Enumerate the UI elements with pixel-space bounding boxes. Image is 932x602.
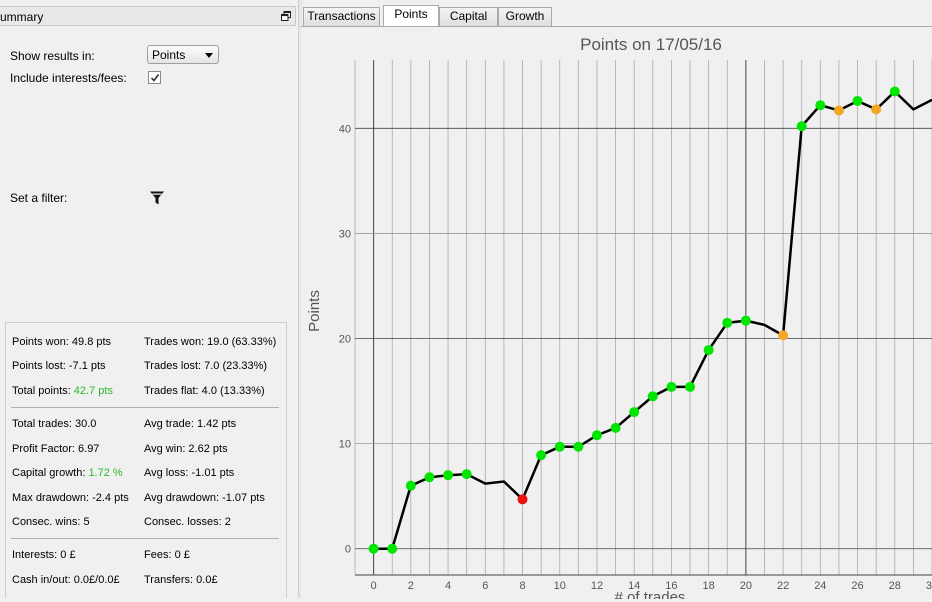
filter-funnel-icon[interactable] bbox=[149, 190, 165, 209]
consec-losses: Consec. losses: 2 bbox=[144, 516, 231, 528]
max-drawdown: Max drawdown: -2.4 pts bbox=[12, 492, 129, 504]
y-tick-label: 10 bbox=[339, 439, 351, 451]
chart-title: Points on 17/05/16 bbox=[580, 35, 722, 54]
trade-point-win[interactable] bbox=[368, 543, 379, 554]
trade-point-win[interactable] bbox=[536, 450, 547, 461]
y-tick-label: 20 bbox=[339, 334, 351, 346]
x-tick-label: 20 bbox=[740, 580, 752, 592]
trade-point-flat[interactable] bbox=[778, 330, 789, 341]
y-tick-label: 40 bbox=[339, 123, 351, 135]
trades-won: Trades won: 19.0 (63.33%) bbox=[144, 336, 277, 348]
points-lost: Points lost: -7.1 pts bbox=[12, 360, 106, 372]
x-tick-label: 28 bbox=[889, 580, 901, 592]
points-chart: Points on 17/05/16 0102030400 2 4 6 8 10 12 14 1… bbox=[306, 35, 932, 602]
x-tick-label: 10 bbox=[554, 580, 566, 592]
trade-point-win[interactable] bbox=[554, 441, 565, 452]
trade-point-win[interactable] bbox=[629, 407, 640, 418]
chart-panel: Points on 17/05/16 0 10 20 30 40 0 2 4 6 8 10 12 14 1… bbox=[301, 26, 932, 602]
capital-growth-value: 1.72 % bbox=[88, 467, 123, 479]
show-results-value: Points bbox=[152, 48, 186, 62]
show-results-dropdown[interactable]: Points bbox=[147, 45, 219, 64]
consec-wins: Consec. wins: 5 bbox=[12, 516, 90, 528]
trade-point-win[interactable] bbox=[443, 470, 454, 481]
trade-point-win[interactable] bbox=[852, 95, 863, 106]
transfers: Transfers: 0.0£ bbox=[144, 574, 218, 586]
total-points: Total points: 42.7 pts bbox=[12, 385, 113, 397]
include-fees-checkbox[interactable] bbox=[148, 71, 161, 84]
fees: Fees: 0 £ bbox=[144, 549, 190, 561]
chevron-down-icon bbox=[205, 53, 213, 58]
total-points-label: Total points: bbox=[12, 385, 71, 397]
stats-divider bbox=[11, 407, 279, 408]
stats-divider bbox=[11, 538, 279, 539]
x-tick-label: 18 bbox=[703, 580, 715, 592]
x-tick-label: 6 bbox=[482, 580, 488, 592]
capital-growth: Capital growth: 1.72 % bbox=[12, 467, 123, 479]
x-tick-label: 2 bbox=[408, 580, 414, 592]
trade-point-flat[interactable] bbox=[833, 105, 844, 116]
x-tick-label: 4 bbox=[445, 580, 451, 592]
trades-lost: Trades lost: 7.0 (23.33%) bbox=[144, 360, 268, 372]
trade-point-win[interactable] bbox=[740, 315, 751, 326]
trade-point-win[interactable] bbox=[424, 472, 435, 483]
trade-point-win[interactable] bbox=[796, 121, 807, 132]
y-tick-label: 0 bbox=[345, 544, 351, 556]
trade-point-win[interactable] bbox=[685, 381, 696, 392]
summary-title-bar: ummary bbox=[0, 6, 296, 26]
tab-capital[interactable]: Capital bbox=[439, 7, 498, 26]
trade-point-win[interactable] bbox=[573, 441, 584, 452]
trade-point-win[interactable] bbox=[387, 543, 398, 554]
restore-window-icon[interactable] bbox=[281, 10, 291, 21]
interests: Interests: 0 £ bbox=[12, 549, 76, 561]
checkmark-icon bbox=[150, 74, 160, 82]
profit-factor: Profit Factor: 6.97 bbox=[12, 443, 100, 455]
trade-point-loss[interactable] bbox=[517, 494, 528, 505]
x-tick-label: 30 bbox=[926, 580, 932, 592]
trade-point-win[interactable] bbox=[461, 469, 472, 480]
avg-drawdown: Avg drawdown: -1.07 pts bbox=[144, 492, 265, 504]
x-tick-label: 24 bbox=[814, 580, 826, 592]
x-tick-label: 26 bbox=[851, 580, 863, 592]
x-tick-label: 12 bbox=[591, 580, 603, 592]
summary-title: ummary bbox=[0, 10, 44, 24]
capital-growth-label: Capital growth: bbox=[12, 467, 86, 479]
trade-point-win[interactable] bbox=[591, 430, 602, 441]
trade-point-flat[interactable] bbox=[871, 104, 882, 115]
tab-growth[interactable]: Growth bbox=[498, 7, 552, 26]
y-tick-label: 30 bbox=[339, 228, 351, 240]
trades-flat: Trades flat: 4.0 (13.33%) bbox=[144, 385, 265, 397]
trade-point-win[interactable] bbox=[722, 317, 733, 328]
show-results-label: Show results in: bbox=[10, 49, 95, 63]
points-won: Points won: 49.8 pts bbox=[12, 336, 112, 348]
avg-loss: Avg loss: -1.01 pts bbox=[144, 467, 235, 479]
tab-transactions[interactable]: Transactions bbox=[303, 7, 380, 26]
avg-trade: Avg trade: 1.42 pts bbox=[144, 418, 237, 430]
trade-point-win[interactable] bbox=[647, 391, 658, 402]
cash-in-out: Cash in/out: 0.0£/0.0£ bbox=[12, 574, 120, 586]
trade-point-win[interactable] bbox=[703, 345, 714, 356]
total-points-value: 42.7 pts bbox=[73, 385, 113, 397]
x-tick-label: 22 bbox=[777, 580, 789, 592]
summary-panel: ummary Show results in: Points Include i… bbox=[0, 0, 298, 598]
total-trades: Total trades: 30.0 bbox=[12, 418, 97, 430]
include-fees-label: Include interests/fees: bbox=[10, 71, 127, 85]
statistics-box: Points won: 49.8 pts Trades won: 19.0 (6… bbox=[5, 322, 287, 598]
trade-point-win[interactable] bbox=[610, 422, 621, 433]
y-axis-label: Points bbox=[306, 290, 323, 332]
tab-points[interactable]: Points bbox=[383, 5, 439, 27]
avg-win: Avg win: 2.62 pts bbox=[144, 443, 228, 455]
trade-point-win[interactable] bbox=[889, 86, 900, 97]
trade-point-win[interactable] bbox=[405, 480, 416, 491]
trade-point-win[interactable] bbox=[666, 381, 677, 392]
set-filter-label: Set a filter: bbox=[10, 191, 68, 205]
trade-point-win[interactable] bbox=[815, 100, 826, 111]
x-tick-label: 0 bbox=[371, 580, 377, 592]
x-tick-label: 8 bbox=[519, 580, 525, 592]
